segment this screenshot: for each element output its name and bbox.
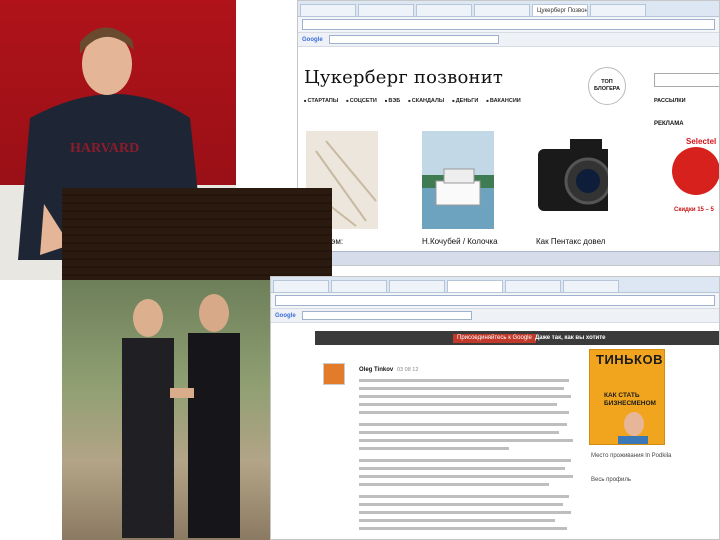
google-logo: Google bbox=[275, 312, 296, 319]
browser-tab[interactable] bbox=[505, 280, 561, 292]
post-text-line bbox=[359, 447, 509, 450]
post-text-line bbox=[359, 483, 549, 486]
post-text-line bbox=[359, 423, 567, 426]
post-thumbnail[interactable] bbox=[422, 131, 494, 229]
blog-title: Цукерберг позвонит bbox=[304, 67, 504, 88]
ad-brand: Selectel bbox=[686, 137, 717, 146]
google-toolbar: Google bbox=[271, 309, 719, 323]
profile-location: Место проживания ln Podkila bbox=[591, 453, 672, 459]
url-input[interactable] bbox=[302, 19, 715, 30]
address-bar bbox=[271, 293, 719, 309]
browser-tab-active[interactable]: Цукерберг Позвонит bbox=[532, 4, 588, 16]
blog-nav: СТАРТАПЫ СОЦСЕТИ ВЭБ СКАНДАЛЫ ДЕНЬГИ ВАК… bbox=[304, 98, 521, 104]
join-google-button[interactable]: Присоединяйтесь к Google bbox=[453, 334, 536, 343]
boat-illustration bbox=[435, 168, 481, 206]
screenshot-profile-page: Google Присоединяйтесь к Google Даже так… bbox=[270, 276, 720, 540]
post-caption[interactable]: Как Пентакс довел bbox=[536, 237, 605, 246]
post-caption[interactable]: Н.Кочубей / Колочка bbox=[422, 237, 498, 246]
post-author[interactable]: Oleg Tinkov bbox=[359, 367, 393, 373]
post-text-line bbox=[359, 439, 573, 442]
post-text-line bbox=[359, 527, 567, 530]
browser-tab-active[interactable] bbox=[447, 280, 503, 292]
badge-label: ТОП БЛОГЕРА bbox=[594, 79, 620, 92]
browser-tab[interactable] bbox=[331, 280, 387, 292]
profile-post: Oleg Tinkov 03 08 12 bbox=[319, 347, 579, 539]
ad-label: РЕКЛАМА bbox=[654, 121, 684, 127]
post-text-line bbox=[359, 495, 569, 498]
post-text-line bbox=[359, 387, 564, 390]
post-text-line bbox=[359, 459, 571, 462]
avatar[interactable] bbox=[323, 363, 345, 385]
post-text-line bbox=[359, 395, 571, 398]
browser-tab[interactable] bbox=[300, 4, 356, 16]
nav-item[interactable]: ВАКАНСИИ bbox=[486, 98, 521, 104]
promo-text: Даже так, как вы хотите bbox=[535, 335, 606, 341]
nav-item[interactable]: ВЭБ bbox=[385, 98, 400, 104]
google-search-input[interactable] bbox=[301, 311, 472, 320]
collage: HARVARD Цукерберг Позвонит Google Цукерб… bbox=[0, 0, 720, 540]
google-toolbar: Google bbox=[298, 33, 719, 47]
nav-item[interactable]: СОЦСЕТИ bbox=[346, 98, 377, 104]
browser-tab[interactable] bbox=[474, 4, 530, 16]
post-date: 03 08 12 bbox=[397, 367, 419, 373]
browser-tab[interactable] bbox=[563, 280, 619, 292]
browser-tab[interactable] bbox=[358, 4, 414, 16]
book-cover[interactable]: ТИНЬКОВ КАК СТАТЬ БИЗНЕСМЕНОМ bbox=[589, 349, 665, 445]
post-text-line bbox=[359, 467, 565, 470]
screenshot-blog-page: Цукерберг Позвонит Google Цукерберг позв… bbox=[297, 0, 720, 266]
book-title: ТИНЬКОВ bbox=[596, 352, 663, 367]
full-profile-link[interactable]: Весь профиль bbox=[591, 477, 631, 483]
post-text-line bbox=[359, 475, 573, 478]
google-search-input[interactable] bbox=[328, 35, 499, 44]
browser-tabs bbox=[271, 277, 719, 293]
nav-item[interactable]: ДЕНЬГИ bbox=[452, 98, 479, 104]
browser-tab[interactable] bbox=[389, 280, 445, 292]
blog-search-input[interactable] bbox=[654, 73, 719, 87]
ad-promo: Скидки 15 – 5 bbox=[674, 207, 714, 213]
author-portrait bbox=[618, 412, 648, 444]
post-text-line bbox=[359, 411, 569, 414]
browser-tab[interactable] bbox=[416, 4, 472, 16]
svg-text:HARVARD: HARVARD bbox=[70, 141, 139, 156]
nav-item[interactable]: СТАРТАПЫ bbox=[304, 98, 339, 104]
camera-icon bbox=[538, 139, 608, 211]
browser-tab[interactable] bbox=[273, 280, 329, 292]
post-text-line bbox=[359, 379, 569, 382]
ad-banner[interactable]: Selectel Скидки 15 – 5 bbox=[658, 133, 719, 237]
google-logo: Google bbox=[302, 36, 323, 43]
post-thumbnail[interactable] bbox=[536, 131, 608, 229]
subscribe-link[interactable]: РАССЫЛКИ bbox=[654, 98, 686, 104]
browser-tab[interactable] bbox=[590, 4, 646, 16]
post-text-line bbox=[359, 431, 559, 434]
nav-item[interactable]: СКАНДАЛЫ bbox=[408, 98, 444, 104]
post-text-line bbox=[359, 519, 555, 522]
server-icon bbox=[672, 147, 719, 195]
browser-tabs: Цукерберг Позвонит bbox=[298, 1, 719, 17]
top-blogger-badge: ТОП БЛОГЕРА bbox=[588, 67, 626, 105]
address-bar bbox=[298, 17, 719, 33]
post-text-line bbox=[359, 403, 557, 406]
post-text-line bbox=[359, 503, 563, 506]
url-input[interactable] bbox=[275, 295, 715, 306]
taskbar bbox=[298, 251, 719, 265]
post-text-line bbox=[359, 511, 571, 514]
